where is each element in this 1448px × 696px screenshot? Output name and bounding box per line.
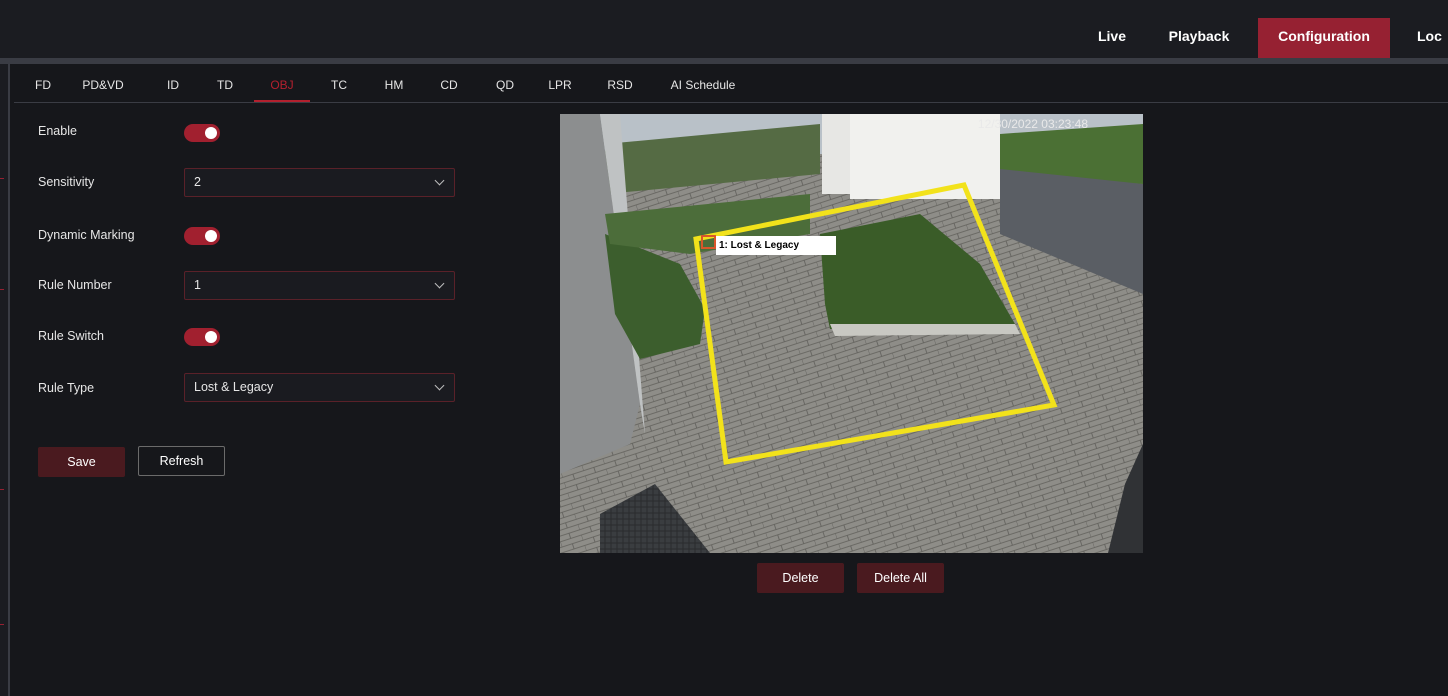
tab-cd[interactable]: CD [434, 70, 464, 102]
rule-type-select[interactable]: Lost & Legacy [184, 373, 455, 402]
delete-button[interactable]: Delete [757, 563, 844, 593]
left-sidebar-strip [0, 64, 10, 696]
tab-ai-schedule[interactable]: AI Schedule [660, 70, 746, 102]
sidebar-marker [0, 178, 4, 179]
tab-pdvd[interactable]: PD&VD [70, 70, 136, 102]
toggle-knob [205, 127, 217, 139]
sensitivity-select[interactable]: 2 [184, 168, 455, 197]
save-button[interactable]: Save [38, 447, 125, 477]
ai-function-tabs: FD PD&VD ID TD OBJ TC HM CD QD LPR RSD A… [14, 70, 1448, 103]
tab-hm[interactable]: HM [378, 70, 410, 102]
sidebar-marker [0, 289, 4, 290]
tab-rsd[interactable]: RSD [602, 70, 638, 102]
tab-id[interactable]: ID [160, 70, 186, 102]
top-nav-divider [0, 58, 1448, 64]
nav-playback[interactable]: Playback [1158, 18, 1240, 58]
top-nav-bar: Live Playback Configuration Loc [0, 0, 1448, 58]
sidebar-marker [0, 624, 4, 625]
chevron-down-icon [434, 380, 445, 391]
camera-preview[interactable]: 12/30/2022 03:23:48 1: Lost & Legacy [560, 114, 1143, 553]
tab-obj[interactable]: OBJ [254, 70, 310, 102]
toggle-knob [205, 331, 217, 343]
dynamic-marking-label: Dynamic Marking [38, 228, 135, 242]
rule-switch-label: Rule Switch [38, 329, 104, 343]
video-timestamp: 12/30/2022 03:23:48 [977, 117, 1088, 131]
tab-qd[interactable]: QD [490, 70, 520, 102]
tab-fd[interactable]: FD [28, 70, 58, 102]
rule-label: 1: Lost & Legacy [716, 236, 836, 255]
camera-scene-image [560, 114, 1143, 553]
tab-tc[interactable]: TC [324, 70, 354, 102]
sensitivity-label: Sensitivity [38, 175, 95, 189]
tab-lpr[interactable]: LPR [542, 70, 578, 102]
dynamic-marking-toggle[interactable] [184, 227, 220, 245]
chevron-down-icon [434, 278, 445, 289]
rule-anchor-handle[interactable] [701, 235, 716, 249]
nav-live[interactable]: Live [1084, 18, 1140, 58]
enable-toggle[interactable] [184, 124, 220, 142]
rule-number-label: Rule Number [38, 278, 112, 292]
chevron-down-icon [434, 175, 445, 186]
rule-switch-toggle[interactable] [184, 328, 220, 346]
delete-all-button[interactable]: Delete All [857, 563, 944, 593]
rule-number-value: 1 [194, 278, 201, 292]
nav-configuration[interactable]: Configuration [1258, 18, 1390, 58]
refresh-button[interactable]: Refresh [138, 446, 225, 476]
toggle-knob [205, 230, 217, 242]
rule-type-label: Rule Type [38, 381, 95, 395]
tab-td[interactable]: TD [212, 70, 238, 102]
sidebar-marker [0, 489, 4, 490]
sensitivity-value: 2 [194, 175, 201, 189]
nav-local[interactable]: Loc [1410, 18, 1448, 58]
enable-label: Enable [38, 124, 77, 138]
rule-type-value: Lost & Legacy [194, 380, 274, 394]
rule-number-select[interactable]: 1 [184, 271, 455, 300]
